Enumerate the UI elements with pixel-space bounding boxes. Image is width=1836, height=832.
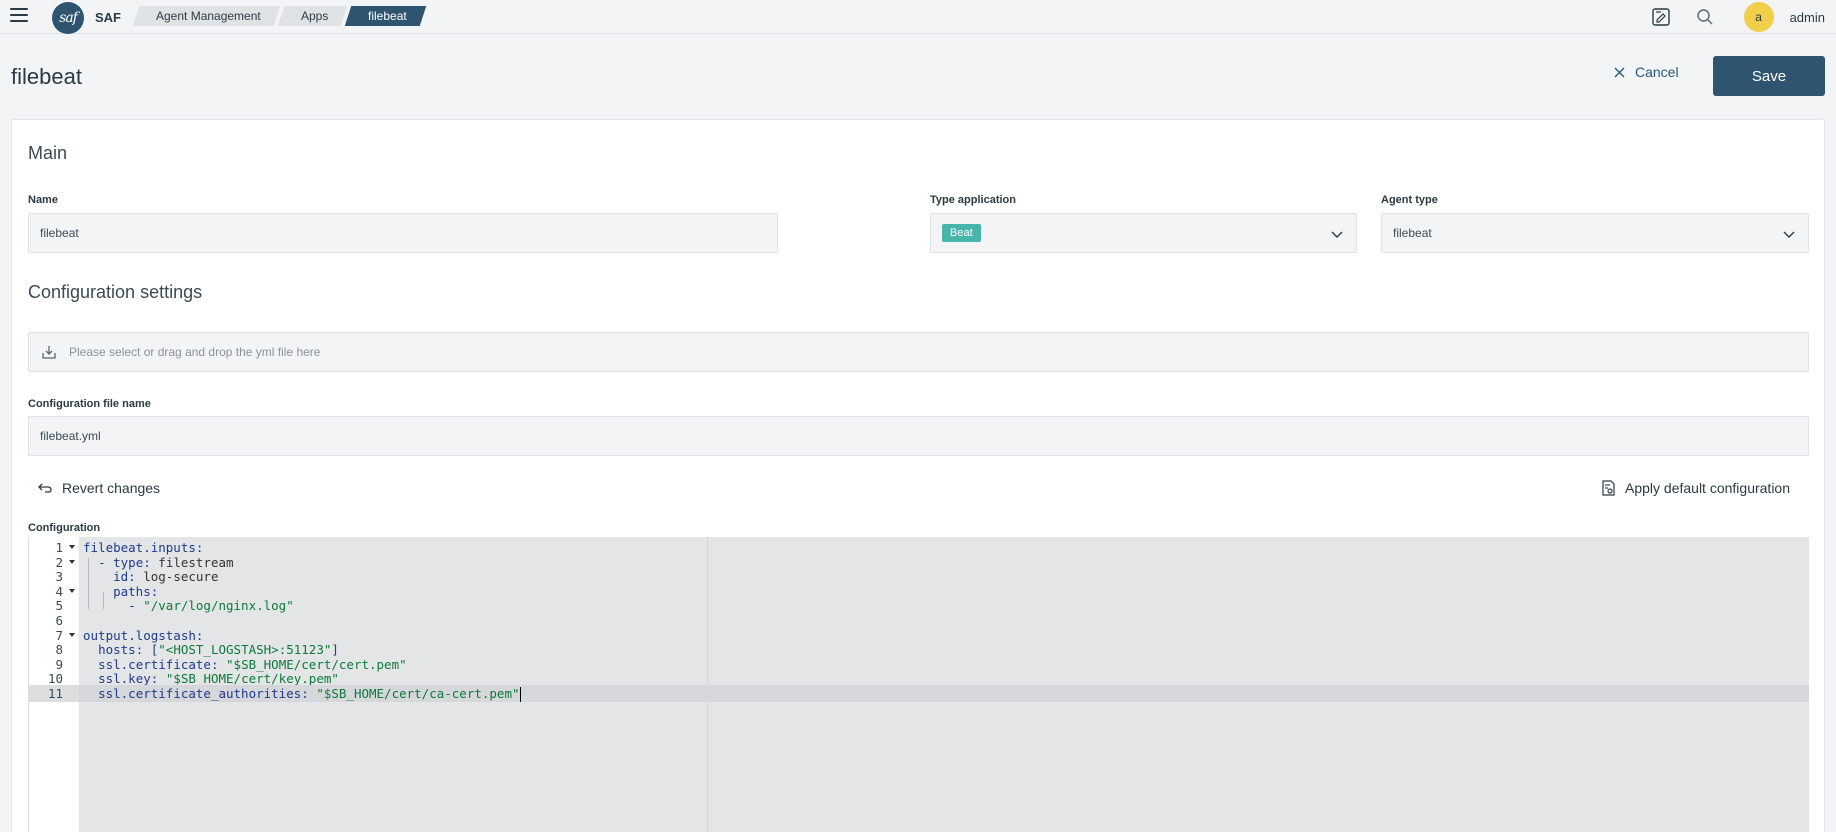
undo-icon: [38, 483, 52, 493]
editor-line[interactable]: 11 ssl.certificate_authorities: "$SB_HOM…: [29, 685, 1809, 702]
configuration-settings-title: Configuration settings: [28, 282, 203, 302]
configuration-file-name-field[interactable]: [28, 416, 1809, 456]
revert-changes-label: Revert changes: [62, 480, 161, 496]
page-title: filebeat: [11, 64, 82, 89]
type-application-select[interactable]: Beat: [930, 213, 1357, 253]
agent-type-label: Agent type: [1381, 194, 1438, 206]
username[interactable]: admin: [1790, 10, 1825, 25]
agent-type-value: filebeat: [1393, 226, 1432, 240]
revert-changes-button[interactable]: Revert changes: [38, 480, 160, 496]
type-application-label: Type application: [930, 194, 1016, 206]
cancel-label: Cancel: [1635, 64, 1679, 80]
chevron-down-icon: [1783, 231, 1795, 238]
main-section-title: Main: [28, 143, 68, 163]
configuration-editor-label: Configuration: [28, 522, 101, 534]
breadcrumb: Agent Management Apps filebeat: [132, 6, 427, 26]
breadcrumb-apps[interactable]: Apps: [277, 6, 348, 26]
hamburger-menu-icon[interactable]: [10, 8, 28, 22]
type-badge: Beat: [942, 224, 981, 242]
fold-arrow-icon[interactable]: [69, 545, 75, 549]
name-input[interactable]: [40, 226, 777, 240]
dropzone-placeholder: Please select or drag and drop the yml f…: [69, 345, 321, 359]
top-right-actions: a admin: [1650, 0, 1836, 34]
configuration-code-editor[interactable]: 1 filebeat.inputs: 2 - type: filestream 3 i…: [28, 537, 1809, 832]
save-button[interactable]: Save: [1713, 56, 1825, 96]
close-icon: [1614, 67, 1625, 77]
agent-type-select[interactable]: filebeat: [1381, 213, 1809, 253]
cancel-button[interactable]: Cancel: [1614, 64, 1679, 80]
fold-arrow-icon[interactable]: [69, 632, 75, 637]
edit-note-icon[interactable]: [1650, 6, 1672, 28]
logo-text: saf: [59, 10, 78, 26]
chevron-down-icon: [1331, 231, 1343, 238]
breadcrumb-filebeat[interactable]: filebeat: [344, 6, 427, 26]
apply-default-configuration-button[interactable]: Apply default configuration: [1601, 480, 1790, 496]
apply-default-configuration-label: Apply default configuration: [1625, 480, 1790, 496]
line-number: 11: [29, 685, 79, 702]
name-label: Name: [28, 194, 58, 206]
logo[interactable]: saf: [52, 2, 84, 34]
search-icon[interactable]: [1694, 6, 1716, 28]
top-bar: saf SAF Agent Management Apps filebeat a…: [0, 0, 1836, 34]
fold-arrow-icon[interactable]: [69, 588, 75, 593]
app-name: SAF: [95, 10, 121, 25]
text-cursor: [519, 687, 522, 702]
breadcrumb-agent-management[interactable]: Agent Management: [132, 6, 280, 26]
fold-arrow-icon[interactable]: [69, 559, 75, 564]
avatar[interactable]: a: [1743, 2, 1774, 32]
configuration-file-name-input[interactable]: [40, 429, 1808, 443]
name-field[interactable]: [28, 213, 778, 253]
yml-file-dropzone[interactable]: Please select or drag and drop the yml f…: [28, 332, 1809, 372]
code-text: ssl.certificate_authorities: "$SB_HOME/c…: [98, 686, 522, 702]
form-card: Main Name Type application Beat Agent ty…: [11, 119, 1825, 832]
upload-icon: [42, 346, 56, 359]
settings-file-icon: [1602, 480, 1615, 496]
configuration-file-name-label: Configuration file name: [28, 398, 151, 410]
